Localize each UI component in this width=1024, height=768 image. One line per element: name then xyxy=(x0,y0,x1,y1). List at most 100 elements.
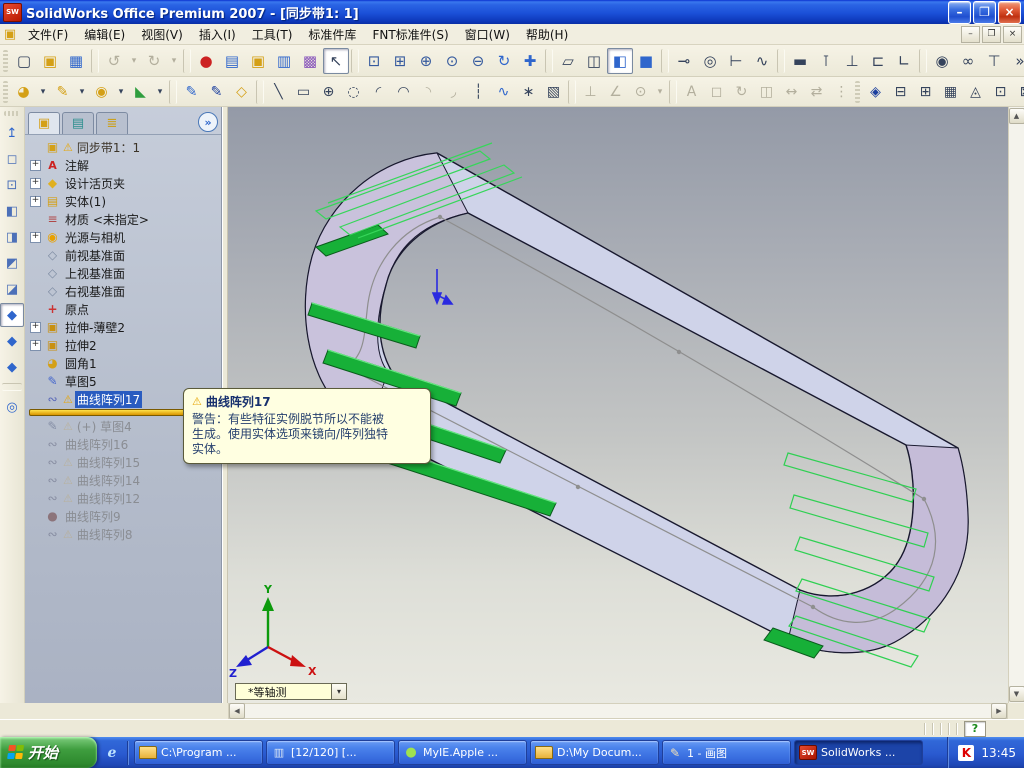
perimeter-circle-icon[interactable]: ◌ xyxy=(341,79,366,104)
rotate-entities-icon[interactable]: ↻ xyxy=(729,79,754,104)
bolt-icon[interactable]: ⊸ xyxy=(671,48,697,74)
scroll-down-icon[interactable]: ▼ xyxy=(1008,686,1024,702)
tree-item[interactable]: ∾ ⚠ 曲线阵列14 xyxy=(25,471,221,489)
rectangle-icon[interactable]: ▭ xyxy=(291,79,316,104)
weld-bead-icon[interactable]: ⊟ xyxy=(888,79,913,104)
block-icon[interactable]: ◻ xyxy=(704,79,729,104)
start-button[interactable]: 开始 xyxy=(0,737,97,768)
bracket-icon[interactable]: ⊏ xyxy=(865,48,891,74)
tree-item[interactable]: + ◉ 光源与相机 xyxy=(25,228,221,246)
mdi-restore-button[interactable]: ❐ xyxy=(982,25,1001,43)
mount-icon[interactable]: ⊤ xyxy=(981,48,1007,74)
back-view-icon[interactable]: ⊡ xyxy=(0,173,24,197)
top-view-icon[interactable]: ◩ xyxy=(0,251,24,275)
save-icon[interactable]: ▦ xyxy=(63,48,89,74)
chevron-down-icon[interactable]: ▾ xyxy=(331,684,346,699)
pattern-entities-icon[interactable]: ⇄ xyxy=(804,79,829,104)
zoom-to-area-icon[interactable]: ⊞ xyxy=(387,48,413,74)
expand-toggle[interactable]: + xyxy=(30,159,41,171)
task-myie-browser[interactable]: ● MyIE.Apple ... xyxy=(398,740,527,765)
dimetric-view-icon[interactable]: ◆ xyxy=(0,355,24,379)
centerpoint-arc-icon[interactable]: ◜ xyxy=(366,79,391,104)
undo-icon[interactable]: ↺ xyxy=(101,48,127,74)
menu-item[interactable]: 帮助(H) xyxy=(518,24,576,45)
link-icon[interactable]: ∞ xyxy=(955,48,981,74)
bottom-view-icon[interactable]: ◪ xyxy=(0,277,24,301)
hidden-lines-icon[interactable]: ◫ xyxy=(581,48,607,74)
redo-dropdown-icon[interactable]: ▾ xyxy=(167,48,181,74)
toolbar-overflow-icon[interactable]: » xyxy=(1007,48,1024,74)
spline-icon[interactable]: ∿ xyxy=(491,79,516,104)
zoom-in-out-icon[interactable]: ⊕ xyxy=(413,48,439,74)
expand-toggle[interactable]: + xyxy=(30,231,41,243)
slot-icon[interactable]: ▬ xyxy=(787,48,813,74)
zoom-out-icon[interactable]: ⊖ xyxy=(465,48,491,74)
menu-item[interactable]: 窗口(W) xyxy=(457,24,518,45)
menu-item[interactable]: 标准件库 xyxy=(300,24,364,45)
tree-item[interactable]: + ▣ 拉伸-薄壁2 xyxy=(25,318,221,336)
color-palette-icon[interactable]: ▩ xyxy=(297,48,323,74)
configurationmanager-tab-icon[interactable]: ≣ xyxy=(96,112,128,134)
redo-icon[interactable]: ↻ xyxy=(141,48,167,74)
note-icon[interactable]: A xyxy=(679,79,704,104)
menu-item[interactable]: 视图(V) xyxy=(133,24,191,45)
tangent-arc-icon[interactable]: ◠ xyxy=(391,79,416,104)
expand-toggle[interactable]: + xyxy=(30,177,41,189)
tree-item[interactable]: + 原点 xyxy=(25,300,221,318)
tree-item[interactable]: + A 注解 xyxy=(25,156,221,174)
grid-system-icon[interactable]: ▦ xyxy=(938,79,963,104)
horizontal-scrollbar[interactable]: ◀ ▶ xyxy=(228,703,1008,719)
design-library-icon[interactable]: ▣ xyxy=(245,48,271,74)
weldment-dropdown-icon[interactable]: ▾ xyxy=(153,79,167,104)
antivirus-tray-icon[interactable]: K xyxy=(958,744,975,761)
tree-item[interactable]: + ▣ 拉伸2 xyxy=(25,336,221,354)
left-view-icon[interactable]: ◧ xyxy=(0,199,24,223)
task-solidworks[interactable]: SW SolidWorks ... xyxy=(794,740,923,765)
task-paint[interactable]: ✎ 1 - 画图 xyxy=(662,740,791,765)
line-icon[interactable]: ╲ xyxy=(266,79,291,104)
spring-icon[interactable]: ∿ xyxy=(749,48,775,74)
expand-toggle[interactable]: + xyxy=(30,321,41,333)
features-dropdown-icon[interactable]: ▾ xyxy=(36,79,50,104)
reference-circle-icon[interactable]: ⊙ xyxy=(628,79,653,104)
vertical-scrollbar[interactable]: ▲ ▼ xyxy=(1008,107,1024,703)
mirror-entities-icon[interactable]: ◫ xyxy=(754,79,779,104)
tree-item[interactable]: ∾ ⚠ 曲线阵列12 xyxy=(25,489,221,507)
weldment-flyout-icon[interactable]: ◣ xyxy=(128,79,153,104)
new-document-icon[interactable]: ▢ xyxy=(11,48,37,74)
view-orientation-selector[interactable]: *等轴测 ▾ xyxy=(235,683,347,700)
task-explorer-c[interactable]: C:\Program ... xyxy=(134,740,263,765)
propertymanager-tab-icon[interactable]: ▤ xyxy=(62,112,94,134)
table-icon[interactable]: ⊞ xyxy=(913,79,938,104)
angle-profile-icon[interactable]: ∟ xyxy=(891,48,917,74)
tree-item[interactable]: ∾ ⚠ 曲线阵列8 xyxy=(25,525,221,543)
nut-icon[interactable]: ◎ xyxy=(697,48,723,74)
revision-symbol-icon[interactable]: ◬ xyxy=(963,79,988,104)
zoom-to-fit-icon[interactable]: ⊡ xyxy=(361,48,387,74)
sketch-fillet-icon[interactable]: ◞ xyxy=(441,79,466,104)
bearing-icon[interactable]: ◉ xyxy=(929,48,955,74)
open-document-icon[interactable]: ▣ xyxy=(37,48,63,74)
screw-icon[interactable]: ⊢ xyxy=(723,48,749,74)
pin-icon[interactable]: ⊺ xyxy=(813,48,839,74)
sketch-flyout-icon[interactable]: ✎ xyxy=(50,79,75,104)
mdi-minimize-button[interactable]: – xyxy=(961,25,980,43)
coordinate-system-icon[interactable]: ∠ xyxy=(603,79,628,104)
view-orientation-icon[interactable]: ◎ xyxy=(0,395,24,419)
smart-dimension-icon[interactable]: ◈ xyxy=(863,79,888,104)
expand-toggle[interactable]: + xyxy=(30,339,41,351)
menu-item[interactable]: 工具(T) xyxy=(244,24,301,45)
sketch-icon[interactable]: ✎ xyxy=(179,79,204,104)
rebuild-traffic-light-icon[interactable]: ● xyxy=(193,48,219,74)
task-explorer-d[interactable]: D:\My Docum... xyxy=(530,740,659,765)
sketch-flyout-dropdown-icon[interactable]: ▾ xyxy=(75,79,89,104)
internet-explorer-icon[interactable]: e xyxy=(103,744,121,762)
toolbox-dropdown-icon[interactable]: ▾ xyxy=(114,79,128,104)
right-view-icon[interactable]: ◨ xyxy=(0,225,24,249)
menu-item[interactable]: 编辑(E) xyxy=(76,24,133,45)
tree-item[interactable]: ● 曲线阵列9 xyxy=(25,507,221,525)
expand-toggle[interactable]: + xyxy=(30,195,41,207)
ordinate-icon[interactable]: ⋮ xyxy=(829,79,854,104)
undo-dropdown-icon[interactable]: ▾ xyxy=(127,48,141,74)
tree-item[interactable]: + ◆ 设计活页夹 xyxy=(25,174,221,192)
